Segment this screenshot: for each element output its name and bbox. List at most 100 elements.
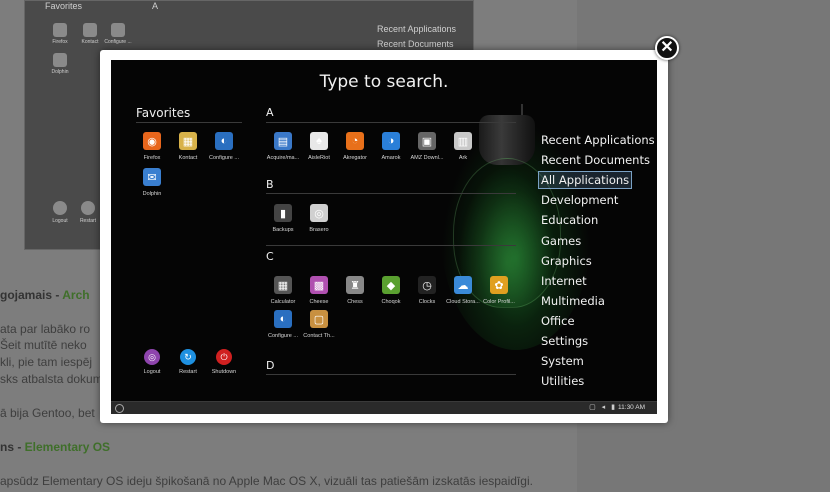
launcher-screenshot: Type to search. Favorites ◉ Firefox ▦ Konta… (111, 60, 657, 414)
kontact-icon: ▦ (179, 132, 197, 150)
bg-paragraph-line: sks atbalsta dokum (0, 372, 103, 386)
contact-theme-icon: ▢ (310, 310, 328, 328)
favorite-kontact[interactable]: ▦ Kontact (168, 132, 208, 161)
choqok-icon: ◆ (382, 276, 400, 294)
acquire-icon: ▤ (274, 132, 292, 150)
bg-link-arch[interactable]: Arch (62, 288, 89, 302)
app-label: Amarok (381, 155, 401, 161)
app-aisleriot[interactable]: ♠ AisleRiot (299, 132, 339, 161)
app-clocks[interactable]: ◷ Clocks (407, 276, 447, 305)
app-calculator[interactable]: ▦ Calculator (263, 276, 303, 305)
app-akregator[interactable]: ◔ Akregator (335, 132, 375, 161)
bg-paragraph-line: kli, pie tam iespēj (0, 355, 93, 369)
app-label: Kontact (178, 155, 198, 161)
close-icon[interactable]: ✕ (655, 36, 679, 60)
section-heading-c: C (266, 250, 274, 263)
section-heading-b: B (266, 178, 274, 191)
favorites-divider (136, 122, 242, 123)
bg-paragraph-line: apsūdz Elementary OS ideju špikošanā no … (0, 474, 533, 488)
bg-fav-caption: Firefox (52, 39, 68, 45)
bg-heading-arch: gojamais - Arch (0, 288, 90, 302)
taskbar: ▢ ◂ ▮ 11:30 AM (111, 401, 657, 414)
logout-button[interactable]: ◎ Logout (132, 349, 172, 375)
app-label: Cloud Stora... (446, 299, 480, 305)
bg-configure-icon (111, 23, 125, 37)
section-heading-d: D (266, 359, 275, 372)
configure-icon: ◐ (215, 132, 233, 150)
shutdown-button[interactable]: ⏻ Shutdown (204, 349, 244, 375)
app-label: Brasero (309, 227, 329, 233)
app-configure2[interactable]: ◐ Configure ... (263, 310, 303, 339)
section-divider (266, 374, 516, 375)
search-prompt[interactable]: Type to search. (111, 72, 657, 92)
power-label: Logout (143, 369, 161, 375)
section-heading-a: A (266, 106, 274, 119)
app-color-profile[interactable]: ✿ Color Profil... (479, 276, 519, 305)
bg-link-elementary[interactable]: Elementary OS (25, 440, 110, 454)
favorite-dolphin[interactable]: ✉ Dolphin (132, 168, 172, 197)
app-label: Backups (272, 227, 294, 233)
restart-button[interactable]: ↻ Restart (168, 349, 208, 375)
app-label: Akregator (343, 155, 367, 161)
category-development[interactable]: Development (541, 193, 618, 207)
category-recent-documents[interactable]: Recent Documents (541, 153, 650, 167)
category-utilities[interactable]: Utilities (541, 374, 584, 388)
favorite-firefox[interactable]: ◉ Firefox (132, 132, 172, 161)
amarok-icon: ◑ (382, 132, 400, 150)
power-label: Shutdown (211, 369, 237, 375)
calculator-icon: ▦ (274, 276, 292, 294)
cloud-storage-icon: ☁ (454, 276, 472, 294)
category-recent-applications[interactable]: Recent Applications (541, 133, 655, 147)
bg-recent-applications: Recent Applications (377, 24, 457, 34)
category-education[interactable]: Education (541, 213, 598, 227)
app-cloud-storage[interactable]: ☁ Cloud Stora... (443, 276, 483, 305)
app-label: Configure ... (268, 333, 298, 339)
app-contact-theme[interactable]: ▢ Contact Th... (299, 310, 339, 339)
app-label: Chess (347, 299, 363, 305)
bg-dolphin-icon (53, 53, 67, 67)
app-ark[interactable]: ▥ Ark (443, 132, 483, 161)
app-amarok[interactable]: ◑ Amarok (371, 132, 411, 161)
app-acquire[interactable]: ▤ Acquire/ma... (263, 132, 303, 161)
bg-logout-icon (53, 201, 67, 215)
app-label: Firefox (143, 155, 161, 161)
app-label: Cheese (309, 299, 329, 305)
app-label: Calculator (270, 299, 296, 305)
bg-section-a-label: A (152, 1, 159, 11)
category-graphics[interactable]: Graphics (541, 254, 592, 268)
brasero-icon: ◎ (310, 204, 328, 222)
shutdown-icon: ⏻ (216, 349, 232, 365)
app-chess[interactable]: ♜ Chess (335, 276, 375, 305)
category-system[interactable]: System (541, 354, 584, 368)
app-brasero[interactable]: ◎ Brasero (299, 204, 339, 233)
favorite-configure[interactable]: ◐ Configure ... (204, 132, 244, 161)
power-label: Restart (179, 369, 197, 375)
app-cheese[interactable]: ▩ Cheese (299, 276, 339, 305)
category-office[interactable]: Office (541, 314, 575, 328)
bg-paragraph-line: ā bija Gentoo, bet (0, 406, 95, 420)
ark-icon: ▥ (454, 132, 472, 150)
category-internet[interactable]: Internet (541, 274, 587, 288)
bg-paragraph-line: Šeit mutītē neko (0, 338, 87, 352)
app-label: Acquire/ma... (266, 155, 300, 161)
category-games[interactable]: Games (541, 234, 581, 248)
logout-icon: ◎ (144, 349, 160, 365)
system-tray[interactable]: ▢ ◂ ▮ (589, 403, 617, 411)
bg-restart-icon (81, 201, 95, 215)
app-choqok[interactable]: ◆ Choqok (371, 276, 411, 305)
app-label: Configure ... (209, 155, 239, 161)
category-multimedia[interactable]: Multimedia (541, 294, 605, 308)
restart-icon: ↻ (180, 349, 196, 365)
bg-fav-caption: Configure ... (104, 39, 132, 45)
app-amz-download[interactable]: ▣ AMZ Downl... (407, 132, 447, 161)
bg-heading-elementary: ns - Elementary OS (0, 440, 111, 454)
kde-menu-icon[interactable] (115, 404, 124, 413)
bg-fav-caption: Dolphin (51, 69, 69, 75)
app-label: Color Profil... (483, 299, 515, 305)
bg-favorites-label: Favorites (45, 1, 83, 11)
favorites-heading: Favorites (136, 106, 191, 120)
dolphin-icon: ✉ (143, 168, 161, 186)
category-settings[interactable]: Settings (541, 334, 588, 348)
app-backups[interactable]: ▮ Backups (263, 204, 303, 233)
category-all-applications[interactable]: All Applications (538, 171, 633, 190)
